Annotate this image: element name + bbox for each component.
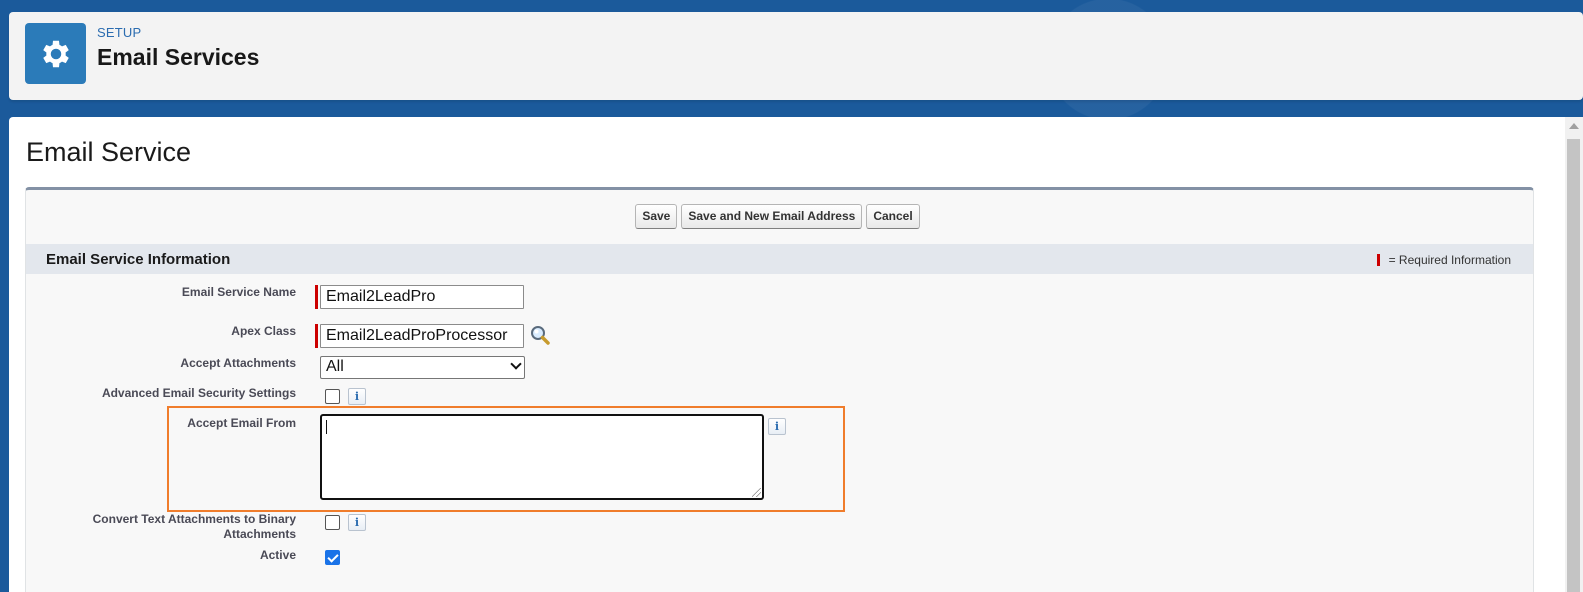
save-and-new-button[interactable]: Save and New Email Address [681,204,863,229]
scroll-thumb[interactable] [1567,139,1580,592]
required-indicator-icon [1376,254,1380,266]
edit-form: Save Save and New Email Address Cancel E… [25,187,1534,592]
advanced-security-label: Advanced Email Security Settings [101,386,296,400]
apex-class-input[interactable] [320,324,524,348]
setup-title: Email Services [97,44,260,70]
setup-header: SETUP Email Services [9,12,1583,100]
required-legend: = Required Information [1376,253,1511,267]
chevron-down-icon [510,358,522,370]
accept-attachments-value: All [326,358,344,375]
cancel-button[interactable]: Cancel [866,204,920,229]
required-legend-text: = Required Information [1388,253,1511,267]
gear-icon [25,23,86,84]
active-checkbox[interactable] [325,550,340,565]
accept-email-from-label: Accept Email From [187,416,296,430]
convert-text-checkbox[interactable] [325,515,340,530]
text-caret [326,420,327,434]
required-indicator [315,285,318,309]
main-panel: Email Service Save Save and New Email Ad… [9,117,1583,592]
section-title: Email Service Information [46,251,231,268]
convert-text-label-line2: Attachments [223,527,296,541]
setup-breadcrumb[interactable]: SETUP [97,25,141,40]
active-label: Active [259,548,296,562]
accept-attachments-select[interactable]: All [320,356,525,379]
email-service-name-input[interactable] [320,285,524,309]
email-service-name-label: Email Service Name [181,285,296,299]
accept-email-from-textarea[interactable] [320,414,764,500]
vertical-scrollbar[interactable] [1565,117,1583,592]
apex-class-label: Apex Class [231,324,296,338]
section-header: Email Service Information = Required Inf… [26,244,1533,274]
resize-grip-icon[interactable] [752,488,761,497]
accept-attachments-label: Accept Attachments [180,356,296,370]
button-row: Save Save and New Email Address Cancel [26,204,1533,229]
convert-text-label-line1: Convert Text Attachments to Binary [92,512,296,526]
info-icon[interactable]: i [348,388,366,405]
advanced-security-checkbox[interactable] [325,389,340,404]
page-title: Email Service [26,137,192,167]
save-button[interactable]: Save [635,204,678,229]
scroll-up-arrow-icon[interactable] [1569,123,1579,129]
info-icon[interactable]: i [768,418,786,435]
convert-text-label: Convert Text Attachments to Binary Attac… [6,512,296,542]
info-icon[interactable]: i [348,514,366,531]
magnifier-icon[interactable] [529,324,551,346]
required-indicator [315,324,318,348]
